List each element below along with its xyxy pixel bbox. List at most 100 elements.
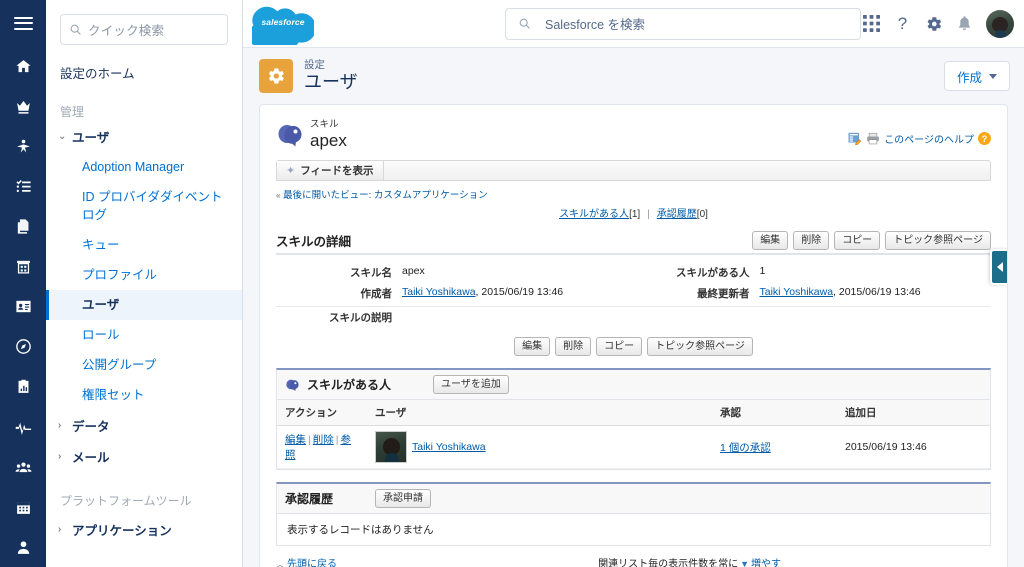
column-endorsement: 承認 <box>712 400 837 426</box>
home-icon[interactable] <box>0 47 46 87</box>
delete-button[interactable]: 削除 <box>793 231 830 250</box>
column-user: ユーザ <box>367 400 712 426</box>
skill-users-panel-header: スキルがある人 ユーザを追加 <box>277 370 990 400</box>
compass-icon[interactable] <box>0 327 46 367</box>
submit-for-approval-button[interactable]: 承認申請 <box>375 489 432 508</box>
sidebar-item-setup-home[interactable]: 設定のホーム <box>46 65 242 83</box>
reports-clipboard-icon[interactable] <box>0 367 46 407</box>
sidebar-item-roles[interactable]: ロール <box>46 320 242 350</box>
gear-icon[interactable] <box>925 15 943 33</box>
sidebar-item-profiles[interactable]: プロファイル <box>46 260 242 290</box>
app-root: クイック検索 設定のホーム 管理 ⌄ ユーザ Adoption Manager … <box>0 0 1024 567</box>
show-feed-button[interactable]: ✦ フィードを表示 <box>277 161 384 180</box>
detail-button-row-top: 編集 削除 コピー トピック参照ページ <box>752 231 991 250</box>
row-edit-link[interactable]: 編集 <box>285 434 306 446</box>
sidebar-item-adoption-manager[interactable]: Adoption Manager <box>46 152 242 182</box>
add-user-button[interactable]: ユーザを追加 <box>433 375 509 394</box>
topic-reference-page-button[interactable]: トピック参照ページ <box>885 231 991 250</box>
help-question-icon[interactable]: ? <box>978 132 991 145</box>
quick-find-placeholder: クイック検索 <box>88 24 165 38</box>
building-icon[interactable] <box>0 247 46 287</box>
last-view-value: カスタムアプリケーション <box>373 190 488 201</box>
sidebar-item-users[interactable]: ユーザ <box>46 290 242 320</box>
back-to-top-link[interactable]: ︿ 先頭に戻る <box>276 555 337 567</box>
field-skill-name-label: スキル名 <box>350 267 392 279</box>
sidebar-item-queues[interactable]: キュー <box>46 230 242 260</box>
related-list-jump-links: スキルがある人[1] | 承認履歴[0] <box>276 205 991 220</box>
approval-history-panel-header: 承認履歴 承認申請 <box>277 484 990 514</box>
field-skill-user-count: スキルがある人 1 <box>634 265 992 280</box>
skill-head-icon <box>286 379 299 391</box>
expand-related-lists: 関連リスト毎の表示件数を常に ▼ 増やす <box>598 555 781 567</box>
field-last-modified-by: 最終更新者 Taiki Yoshikawa, 2015/06/19 13:46 <box>634 286 992 301</box>
setup-nav-sidebar: クイック検索 設定のホーム 管理 ⌄ ユーザ Adoption Manager … <box>46 0 243 567</box>
checklist-icon[interactable] <box>0 167 46 207</box>
sidebar-item-id-provider-event-log[interactable]: ID プロバイダダイベントログ <box>46 182 242 230</box>
created-by-user-link[interactable]: Taiki Yoshikawa <box>402 286 476 298</box>
customize-page-icon[interactable] <box>848 132 862 145</box>
sidebar-item-permission-sets[interactable]: 権限セット <box>46 380 242 410</box>
help-icon[interactable]: ? <box>894 14 911 33</box>
search-icon <box>519 18 530 29</box>
expand-link[interactable]: 増やす <box>751 559 781 567</box>
record-header: スキル apex このページのヘルプ ? <box>276 119 991 151</box>
last-viewed-link[interactable]: « 最後に開いたビュー: カスタムアプリケーション <box>276 187 991 201</box>
create-button[interactable]: 作成 <box>943 61 1010 91</box>
pulse-icon[interactable] <box>0 407 46 447</box>
detail-section-title: スキルの詳細 <box>276 235 352 249</box>
avatar[interactable] <box>986 9 1014 38</box>
field-created-by-label: 作成者 <box>360 288 393 300</box>
nav-section-label-platform-tools: プラットフォームツール <box>60 494 192 508</box>
setup-gear-icon <box>259 59 293 93</box>
global-search-input[interactable]: Salesforce を検索 <box>505 7 861 40</box>
nav-group-users[interactable]: ⌄ ユーザ <box>46 121 242 152</box>
jump-link-approval-history[interactable]: 承認履歴 <box>657 209 697 220</box>
delete-button-bottom[interactable]: 削除 <box>555 337 592 356</box>
edit-button[interactable]: 編集 <box>752 231 789 250</box>
hamburger-menu-icon[interactable] <box>0 0 46 47</box>
last-modified-by-user-link[interactable]: Taiki Yoshikawa <box>760 286 834 298</box>
crown-icon[interactable] <box>0 87 46 127</box>
nav-group-email[interactable]: › メール <box>46 441 242 472</box>
page-kicker: 設定 <box>304 59 325 71</box>
field-skill-user-count-value: 1 <box>759 265 766 277</box>
caret-down-icon <box>989 73 997 79</box>
page-help-link[interactable]: このページのヘルプ <box>884 131 974 146</box>
row-endorsement-link[interactable]: 1 個の承認 <box>720 442 771 454</box>
clone-button[interactable]: コピー <box>834 231 881 250</box>
topic-reference-page-button-bottom[interactable]: トピック参照ページ <box>647 337 753 356</box>
detail-section-header: スキルの詳細 編集 削除 コピー トピック参照ページ <box>276 231 991 255</box>
calendar-icon[interactable] <box>0 487 46 527</box>
clone-button-bottom[interactable]: コピー <box>596 337 643 356</box>
groups-icon[interactable] <box>0 447 46 487</box>
collapse-sidebar-tab[interactable] <box>990 249 1007 285</box>
jump-link-skill-users[interactable]: スキルがある人 <box>559 209 629 220</box>
nav-section-label-admin: 管理 <box>60 105 85 119</box>
cell-user: Taiki Yoshikawa <box>367 425 712 469</box>
field-skill-user-count-label: スキルがある人 <box>676 267 750 279</box>
nav-group-data[interactable]: › データ <box>46 410 242 441</box>
nav-group-data-label: データ <box>72 420 110 434</box>
record-content-card: スキル apex このページのヘルプ ? ✦ フィードを表示 « 最後に開いたビ… <box>259 104 1008 567</box>
row-user-link[interactable]: Taiki Yoshikawa <box>412 441 486 453</box>
back-arrow-icon: « <box>276 191 281 200</box>
chevron-right-icon: › <box>58 451 62 462</box>
sidebar-item-public-groups[interactable]: 公開グループ <box>46 350 242 380</box>
row-delete-link[interactable]: 削除 <box>313 434 334 446</box>
quick-find-input[interactable]: クイック検索 <box>60 14 228 45</box>
detail-row-description: スキルの説明 <box>276 307 991 328</box>
nav-group-email-label: メール <box>72 451 110 465</box>
app-launcher-icon[interactable] <box>863 15 880 32</box>
notifications-bell-icon[interactable] <box>957 15 972 32</box>
printer-icon[interactable] <box>866 132 880 145</box>
chevron-right-icon: › <box>58 420 62 431</box>
contact-card-icon[interactable] <box>0 287 46 327</box>
person-icon[interactable] <box>0 527 46 567</box>
nav-group-users-label: ユーザ <box>72 131 110 145</box>
nav-group-apps[interactable]: › アプリケーション <box>46 514 242 545</box>
jump-link-approval-history-count: [0] <box>696 209 708 220</box>
salesforce-logo[interactable]: salesforce <box>247 3 316 55</box>
edit-button-bottom[interactable]: 編集 <box>514 337 551 356</box>
files-icon[interactable] <box>0 207 46 247</box>
star-person-icon[interactable] <box>0 127 46 167</box>
